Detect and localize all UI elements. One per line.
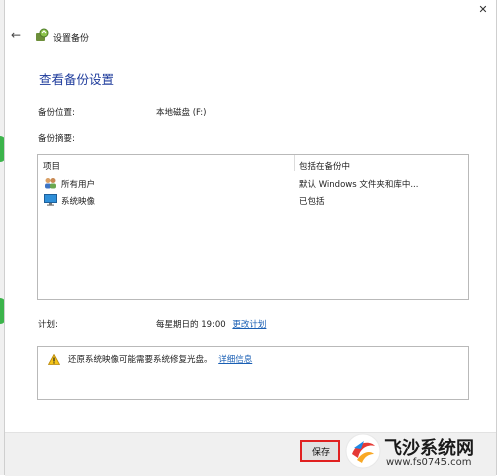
column-separator[interactable] [294, 155, 295, 171]
schedule-label: 计划: [38, 320, 58, 330]
save-button-label: 保存 [312, 447, 331, 458]
table-row[interactable]: 系统映像 已包括 [38, 193, 468, 209]
schedule-value-group: 每星期日的 19:00 更改计划 [156, 318, 266, 330]
window-title: 设置备份 [53, 34, 90, 44]
column-header-item[interactable]: 项目 [43, 160, 60, 172]
row-item-name: 系统映像 [61, 197, 96, 207]
backup-location-label: 备份位置: [38, 108, 75, 118]
column-header-included[interactable]: 包括在备份中 [299, 160, 350, 172]
row-included-value: 已包括 [299, 197, 325, 207]
schedule-value: 每星期日的 19:00 [156, 320, 226, 330]
details-link[interactable]: 详细信息 [218, 355, 252, 365]
backup-app-icon [36, 28, 49, 41]
watermark-url: www.fs0745.com [386, 457, 472, 468]
warning-message: 还原系统映像可能需要系统修复光盘。 详细信息 [68, 353, 252, 365]
warning-text: 还原系统映像可能需要系统修复光盘。 [68, 355, 213, 365]
watermark-logo-icon [345, 433, 381, 469]
save-button[interactable]: 保存 [300, 440, 340, 462]
watermark: 飞沙系统网 www.fs0745.com [340, 428, 500, 475]
backup-summary-list[interactable]: 项目 包括在备份中 所有用户 默认 Windows 文件夹和库中... 系统映像… [37, 154, 469, 300]
title-bar: ← 设置备份 [5, 24, 496, 48]
change-schedule-link[interactable]: 更改计划 [232, 320, 266, 330]
warning-panel: 还原系统映像可能需要系统修复光盘。 详细信息 [37, 346, 469, 400]
backup-location-value: 本地磁盘 (F:) [156, 108, 207, 118]
table-row[interactable]: 所有用户 默认 Windows 文件夹和库中... [38, 176, 468, 192]
warning-icon [48, 354, 60, 365]
back-arrow-icon[interactable]: ← [11, 28, 21, 42]
row-included-value: 默认 Windows 文件夹和库中... [299, 180, 419, 190]
backup-settings-window: ✕ ← 设置备份 查看备份设置 备份位置: 本地磁盘 (F:) 备份摘要: 项目… [4, 0, 497, 476]
close-icon: ✕ [478, 2, 488, 16]
users-icon [45, 178, 56, 189]
backup-summary-label: 备份摘要: [38, 134, 75, 144]
close-button[interactable]: ✕ [471, 0, 495, 18]
row-item-name: 所有用户 [61, 180, 96, 190]
system-image-icon [44, 194, 57, 206]
page-heading: 查看备份设置 [39, 72, 115, 87]
